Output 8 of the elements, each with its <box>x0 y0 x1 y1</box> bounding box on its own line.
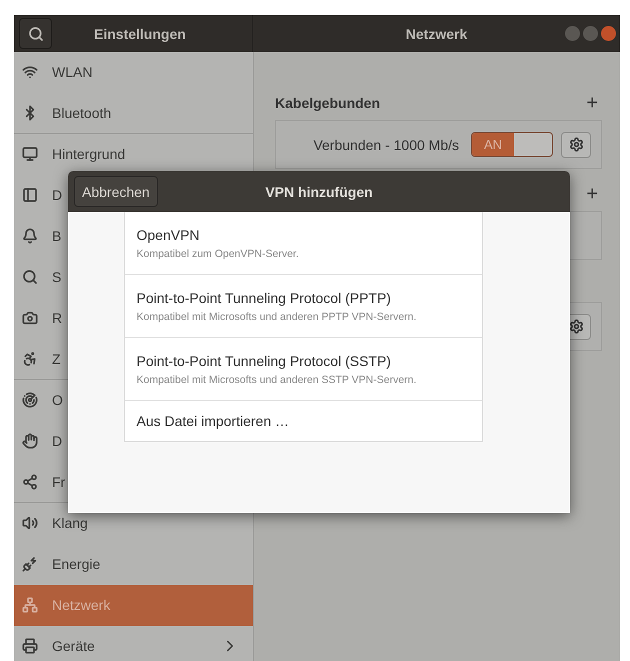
connection-status: Verbunden - 1000 Mb/s <box>313 136 459 152</box>
window-title: Einstellungen <box>94 26 186 42</box>
option-description: Kompatibel zum OpenVPN-Server. <box>136 248 300 260</box>
section-title: Kabelgebunden <box>275 95 380 111</box>
panel-title: Netzwerk <box>406 26 468 42</box>
dialog-title: VPN hinzufügen <box>265 184 373 200</box>
option-description: Kompatibel mit Microsofts und anderen SSTP VPN-Servern. <box>136 374 418 386</box>
option-description: Kompatibel mit Microsofts und anderen PPTP VPN-Servern. <box>136 310 418 322</box>
